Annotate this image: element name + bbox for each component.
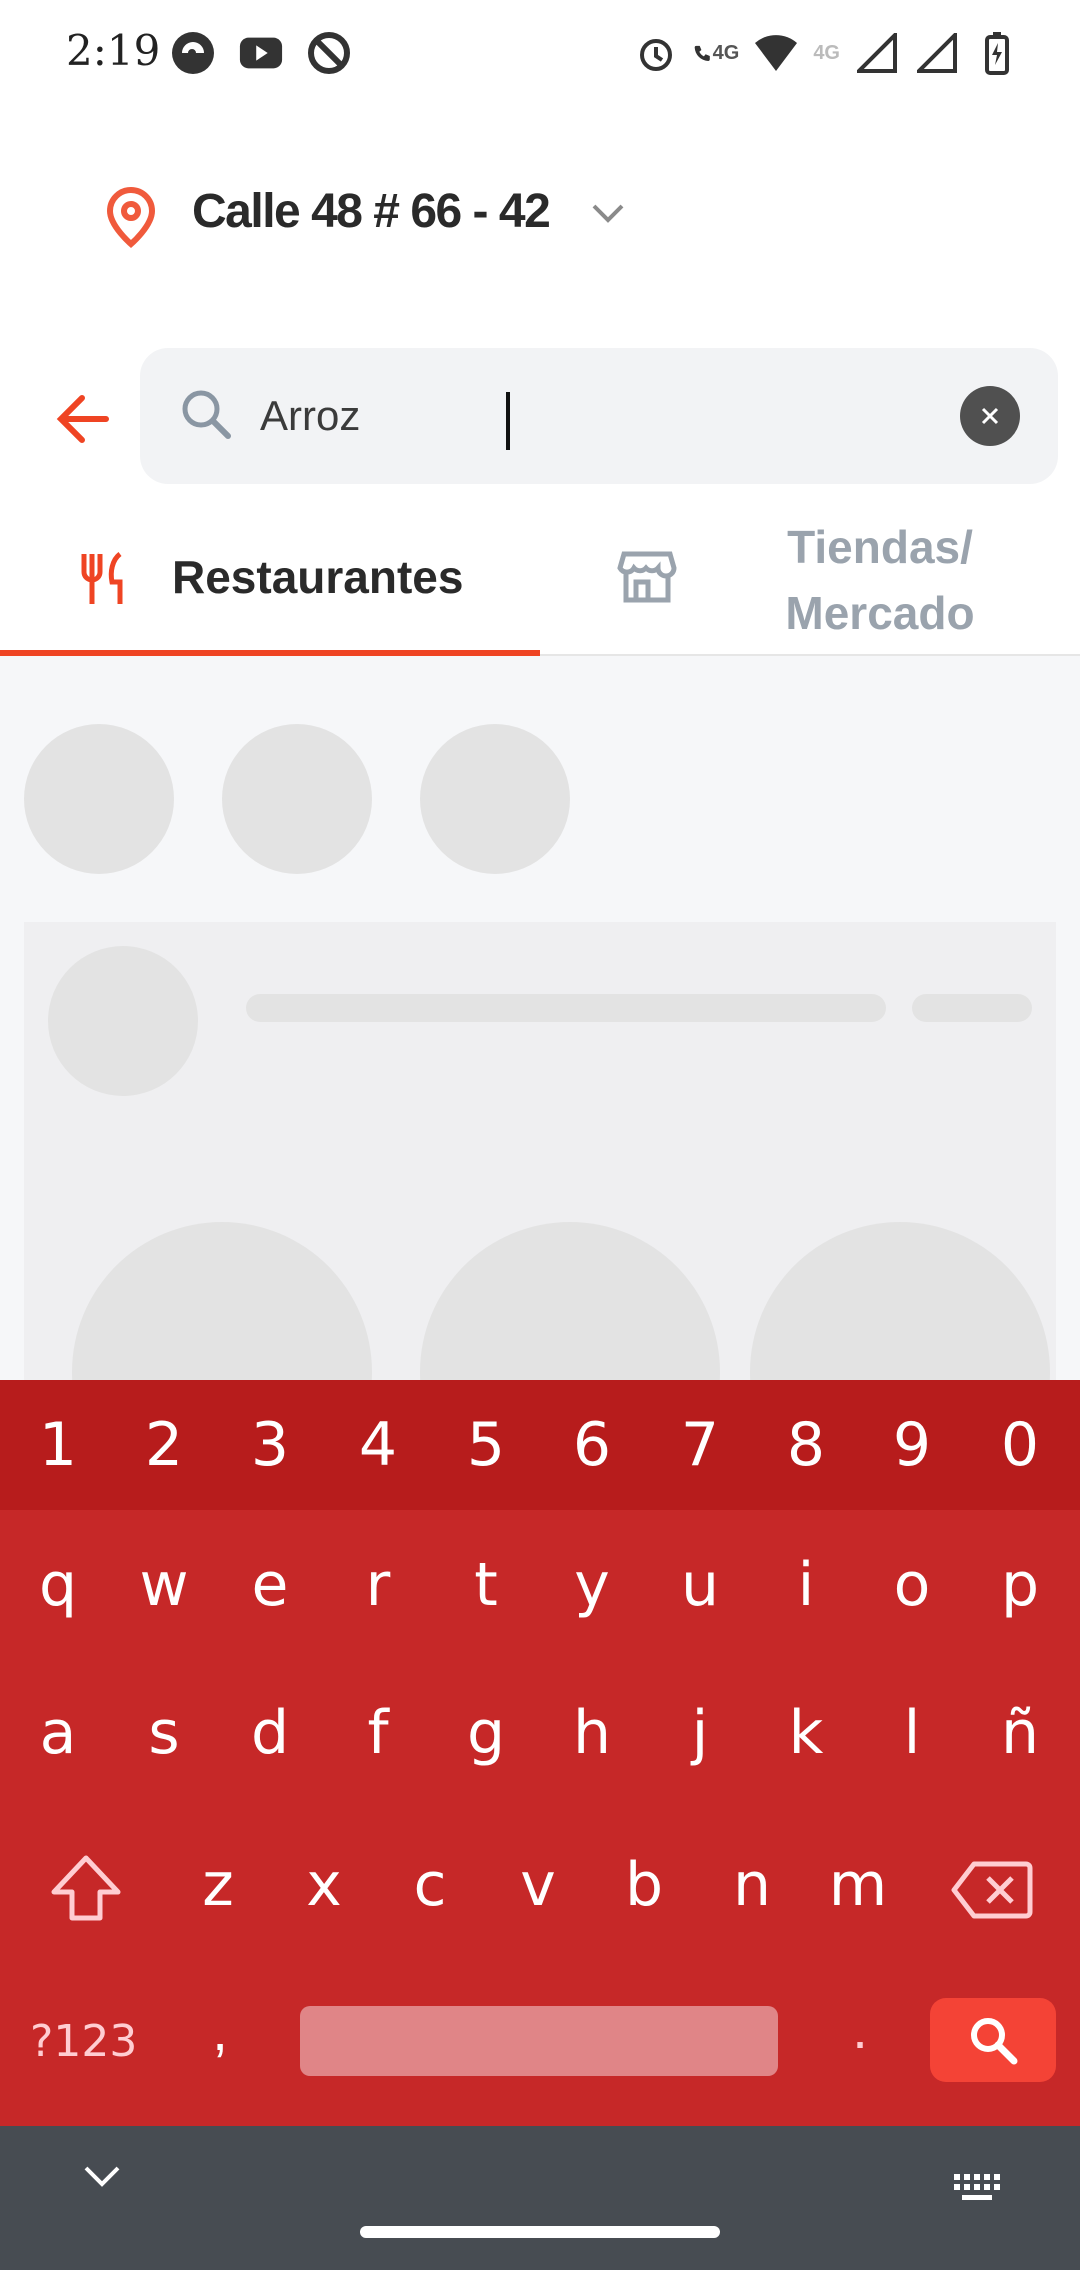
skeleton-card — [24, 922, 1056, 1380]
hide-keyboard-icon[interactable] — [80, 2162, 124, 2197]
key-p[interactable]: p — [970, 1550, 1070, 1620]
key-h[interactable]: h — [542, 1698, 642, 1768]
back-arrow-icon[interactable] — [50, 384, 120, 454]
key-0[interactable]: 0 — [970, 1410, 1070, 1480]
navigation-bar — [0, 2126, 1080, 2270]
key-o[interactable]: o — [862, 1550, 962, 1620]
close-icon — [981, 407, 999, 425]
category-tabs: Restaurantes Tiendas/ Mercado — [0, 504, 1080, 656]
key-n-tilde[interactable]: ñ — [970, 1698, 1070, 1768]
skeleton-circle — [420, 724, 570, 874]
cell-signal-icon — [854, 30, 900, 76]
skeleton-circle — [750, 1222, 1050, 1380]
search-input[interactable] — [260, 384, 880, 448]
wifi-icon — [753, 30, 799, 76]
skeleton-circle — [420, 1222, 720, 1380]
key-n[interactable]: n — [702, 1850, 802, 1920]
key-c[interactable]: c — [380, 1850, 480, 1920]
keyboard-search-button[interactable] — [930, 1998, 1056, 2082]
symbols-key[interactable]: ?123 — [30, 2016, 137, 2067]
skeleton-line — [912, 994, 1032, 1022]
status-time: 2:19 — [66, 26, 161, 75]
signal-network-label: 4G — [813, 41, 840, 64]
key-t[interactable]: t — [436, 1550, 536, 1620]
shift-key-icon[interactable] — [46, 1850, 126, 1935]
key-5[interactable]: 5 — [436, 1410, 536, 1480]
call-network-label: 4G — [712, 41, 740, 64]
key-l[interactable]: l — [862, 1698, 962, 1768]
skeleton-circle — [24, 724, 174, 874]
cell-signal-icon — [914, 30, 960, 76]
browser-icon — [170, 30, 216, 76]
battery-charging-icon — [974, 30, 1020, 76]
status-bar: 2:19 4G 4G — [0, 0, 1080, 110]
key-z[interactable]: z — [168, 1850, 268, 1920]
period-key[interactable]: . — [830, 1996, 890, 2061]
key-9[interactable]: 9 — [862, 1410, 962, 1480]
key-x[interactable]: x — [274, 1850, 374, 1920]
key-3[interactable]: 3 — [220, 1410, 320, 1480]
tab-restaurantes[interactable]: Restaurantes — [0, 504, 540, 656]
key-w[interactable]: w — [114, 1550, 214, 1620]
key-7[interactable]: 7 — [650, 1410, 750, 1480]
space-key[interactable] — [300, 2006, 778, 2076]
key-1[interactable]: 1 — [8, 1410, 108, 1480]
skeleton-avatar — [48, 946, 198, 1096]
key-j[interactable]: j — [650, 1698, 750, 1768]
address-header[interactable]: Calle 48 # 66 - 42 — [0, 150, 1080, 328]
key-8[interactable]: 8 — [756, 1410, 856, 1480]
key-a[interactable]: a — [8, 1698, 108, 1768]
key-e[interactable]: e — [220, 1550, 320, 1620]
clear-search-button[interactable] — [960, 386, 1020, 446]
soft-keyboard: 1 2 3 4 5 6 7 8 9 0 q w e r t y u i o p … — [0, 1380, 1080, 2126]
key-y[interactable]: y — [542, 1550, 642, 1620]
skeleton-circle — [72, 1222, 372, 1380]
key-2[interactable]: 2 — [114, 1410, 214, 1480]
search-row — [0, 326, 1080, 506]
chevron-down-icon[interactable] — [590, 202, 626, 231]
key-r[interactable]: r — [328, 1550, 428, 1620]
location-pin-icon — [104, 186, 158, 253]
tab-label: Tiendas/ Mercado — [785, 521, 975, 639]
store-icon — [616, 546, 678, 613]
key-4[interactable]: 4 — [328, 1410, 428, 1480]
address-label[interactable]: Calle 48 # 66 - 42 — [192, 184, 551, 239]
results-loading-skeleton — [0, 656, 1080, 1380]
home-gesture-handle[interactable] — [360, 2226, 720, 2238]
key-u[interactable]: u — [650, 1550, 750, 1620]
keyboard-switch-icon[interactable] — [952, 2168, 1002, 2213]
key-q[interactable]: q — [8, 1550, 108, 1620]
key-k[interactable]: k — [756, 1698, 856, 1768]
key-s[interactable]: s — [114, 1698, 214, 1768]
key-i[interactable]: i — [756, 1550, 856, 1620]
tab-label: Restaurantes — [172, 551, 464, 603]
search-field[interactable] — [140, 348, 1058, 484]
skeleton-line — [246, 994, 886, 1022]
skeleton-circle — [222, 724, 372, 874]
key-f[interactable]: f — [328, 1698, 428, 1768]
key-b[interactable]: b — [594, 1850, 694, 1920]
key-g[interactable]: g — [436, 1698, 536, 1768]
fork-knife-icon — [74, 548, 136, 615]
key-v[interactable]: v — [488, 1850, 588, 1920]
key-6[interactable]: 6 — [542, 1410, 642, 1480]
alarm-icon — [633, 30, 679, 76]
text-cursor — [506, 392, 510, 450]
backspace-icon[interactable] — [950, 1858, 1034, 1927]
search-icon — [178, 386, 234, 447]
comma-key[interactable]: , — [190, 1998, 250, 2063]
tab-tiendas-mercado[interactable]: Tiendas/ Mercado — [540, 504, 1080, 654]
data-saver-icon — [306, 30, 352, 76]
youtube-icon — [238, 30, 284, 76]
volte-call-icon: 4G — [693, 30, 739, 76]
key-m[interactable]: m — [808, 1850, 908, 1920]
keyboard-number-row: 1 2 3 4 5 6 7 8 9 0 — [0, 1380, 1080, 1510]
search-icon — [971, 2018, 1018, 2065]
key-d[interactable]: d — [220, 1698, 320, 1768]
